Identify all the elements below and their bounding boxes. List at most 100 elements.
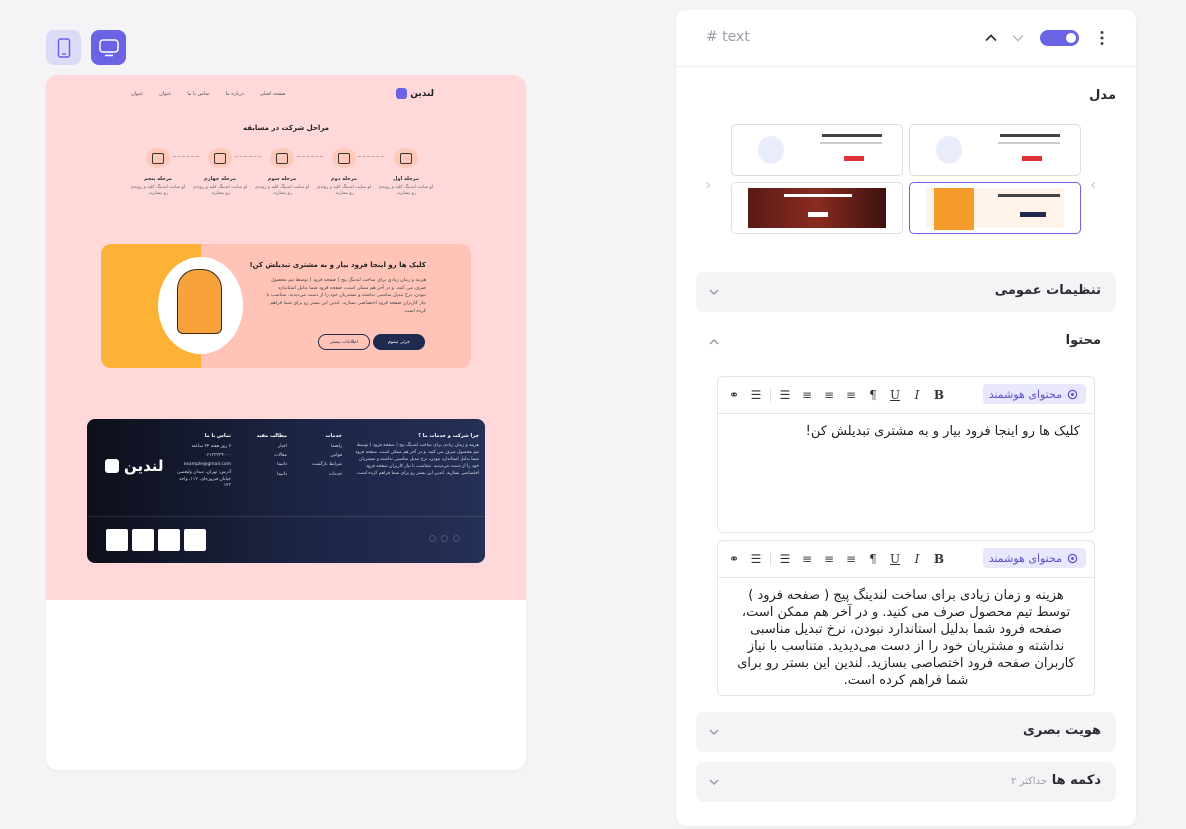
step-desc: لو سایت لندینگ کلید و روندی رو بسازید. [192,185,248,197]
model-thumbnail[interactable] [731,182,903,234]
model-text-line [998,142,1060,144]
accordion-visual-identity[interactable]: هویت بصری [696,712,1116,752]
preview-cta-section: کلیک ها رو اینجا فرود بیار و به مشتری تب… [101,244,471,368]
person-illustration [177,269,222,334]
preview-logo-text: لندین [410,88,434,99]
chevron-down-icon [709,289,719,296]
align-center-icon[interactable]: ≡ [821,551,837,567]
footer-logo: لندین [105,457,164,475]
model-title-line [1000,134,1060,137]
bold-icon[interactable]: B [931,551,947,567]
paragraph-icon[interactable]: ¶ [865,551,881,567]
accordion-title: دکمه ها [1051,773,1101,788]
model-picker [731,124,1081,234]
title-editor[interactable]: محتوای هوشمند B I U ¶ ≡ ≡ ≡ ☰ ☰ ⚭ کلیک ه… [717,376,1095,533]
list-icon [332,148,356,168]
footer-about: چرا شرکت و خدمات ما ؟ هزینه و زمان زیادی… [353,431,479,477]
more-options-icon[interactable] [1094,29,1110,47]
step-desc: لو سایت لندینگ کلید و روندی رو بسازید. [130,185,186,197]
mobile-view-button[interactable] [46,30,81,65]
footer-link: شرایط بازگشت [312,462,342,468]
footer-contact-title: تماس با ما [204,433,231,439]
title-editor-text[interactable]: کلیک ها رو اینجا فرود بیار و به مشتری تب… [732,423,1080,440]
step-item: مرحله دوم لو سایت لندینگ کلید و روندی رو … [314,148,374,198]
format-buttons: B I U ¶ ≡ ≡ ≡ ☰ ☰ ⚭ [726,550,947,568]
step-item: مرحله سوم لو سایت لندینگ کلید و روندی رو … [252,148,312,198]
preview-steps: مرحله اول لو سایت لندینگ کلید و روندی رو … [131,148,436,208]
preview-menu-item: عنوان [131,91,144,97]
step-title: مرحله پنجم [143,176,173,182]
model-preview [926,130,1064,170]
list-icon[interactable]: ☰ [748,387,764,403]
link-icon[interactable]: ⚭ [726,387,742,403]
description-editor-text[interactable]: هزینه و زمان زیادی برای ساخت لندینگ پیج … [732,587,1080,689]
model-button-shape [844,156,864,161]
footer-contact: تماس با ما ۷ روز هفته ۲۴ ساعته ۰۲۱۳۳۳۳۴۰… [171,431,231,490]
accordion-buttons[interactable]: دکمه ها حداکثر ۲ [696,762,1116,802]
move-up-icon[interactable] [983,30,999,46]
bold-icon[interactable]: B [931,387,947,403]
radio-icon [146,148,170,168]
footer-link: راهنما [330,443,342,449]
model-thumbnail-selected[interactable] [909,182,1081,234]
step-desc: لو سایت لندینگ کلید و روندی رو بسازید. [378,185,434,197]
step-title: مرحله اول [393,176,419,182]
trust-badge-icon [184,529,206,551]
align-center-icon[interactable]: ≡ [821,387,837,403]
format-buttons: B I U ¶ ≡ ≡ ≡ ☰ ☰ ⚭ [726,386,947,404]
description-editor[interactable]: محتوای هوشمند B I U ¶ ≡ ≡ ≡ ☰ ☰ ⚭ هزینه … [717,540,1095,696]
desktop-view-button[interactable] [91,30,126,65]
align-justify-icon[interactable]: ☰ [777,551,793,567]
accordion-content[interactable]: محتوا [696,322,1116,362]
step-item: مرحله چهارم لو سایت لندینگ کلید و روندی ر… [190,148,250,198]
chevron-right-icon[interactable]: › [1090,175,1096,194]
model-preview [926,188,1064,230]
footer-about-title: چرا شرکت و خدمات ما ؟ [418,433,479,439]
footer-links-title: مطالب مفید [256,433,287,439]
model-illustration [936,136,962,164]
footer-about-text: هزینه و زمان زیادی برای ساخت لندینگ پیج … [355,442,479,477]
step-item: مرحله اول لو سایت لندینگ کلید و روندی رو … [376,148,436,198]
smart-content-button[interactable]: محتوای هوشمند [982,384,1086,404]
section-visibility-toggle[interactable] [1040,30,1079,46]
preview-steps-title: مراحل شرکت در مسابقه [242,124,330,132]
chevron-left-icon[interactable]: ‹ [705,175,711,194]
accordion-title: هویت بصری [1022,723,1101,738]
link-icon[interactable]: ⚭ [726,551,742,567]
cta-primary-button: جزئی تیموم [373,334,425,350]
preview-logo: لندین [396,88,434,99]
model-title-line [784,194,852,197]
cta-secondary-button: اطلاعات بیشتر [318,334,370,350]
footer-contact-item: آدرس: تهران، میدان ولیعصر، خیابان فیروزه… [176,469,231,489]
accordion-general-settings[interactable]: تنظیمات عمومی [696,272,1116,312]
model-button-shape [1020,212,1046,217]
footer-logo-text: لندین [124,457,164,475]
move-down-icon[interactable] [1010,30,1026,46]
ai-sparkle-icon [1067,389,1078,399]
footer-badges [106,529,206,551]
list-icon[interactable]: ☰ [748,551,764,567]
preview-menu-item: تماس با ما [187,91,210,97]
align-left-icon[interactable]: ≡ [843,387,859,403]
paragraph-icon[interactable]: ¶ [865,387,881,403]
footer-socials [429,535,460,542]
underline-icon[interactable]: U [887,551,903,567]
align-left-icon[interactable]: ≡ [843,551,859,567]
italic-icon[interactable]: I [909,551,925,567]
align-justify-icon[interactable]: ☰ [777,387,793,403]
editor-toolbar: محتوای هوشمند B I U ¶ ≡ ≡ ≡ ☰ ☰ ⚭ [718,377,1094,414]
model-button-shape [1022,156,1042,161]
italic-icon[interactable]: I [909,387,925,403]
model-illustration [758,136,784,164]
footer-link: دانیما [277,462,287,468]
align-right-icon[interactable]: ≡ [799,387,815,403]
smart-content-button[interactable]: محتوای هوشمند [982,548,1086,568]
footer-link: اخبار [278,443,287,449]
step-item: مرحله پنجم لو سایت لندینگ کلید و روندی رو… [128,148,188,198]
model-thumbnail[interactable] [909,124,1081,176]
model-thumbnail[interactable] [731,124,903,176]
align-right-icon[interactable]: ≡ [799,551,815,567]
model-text-line [820,142,882,144]
underline-icon[interactable]: U [887,387,903,403]
footer-link: مقالات [274,452,287,458]
